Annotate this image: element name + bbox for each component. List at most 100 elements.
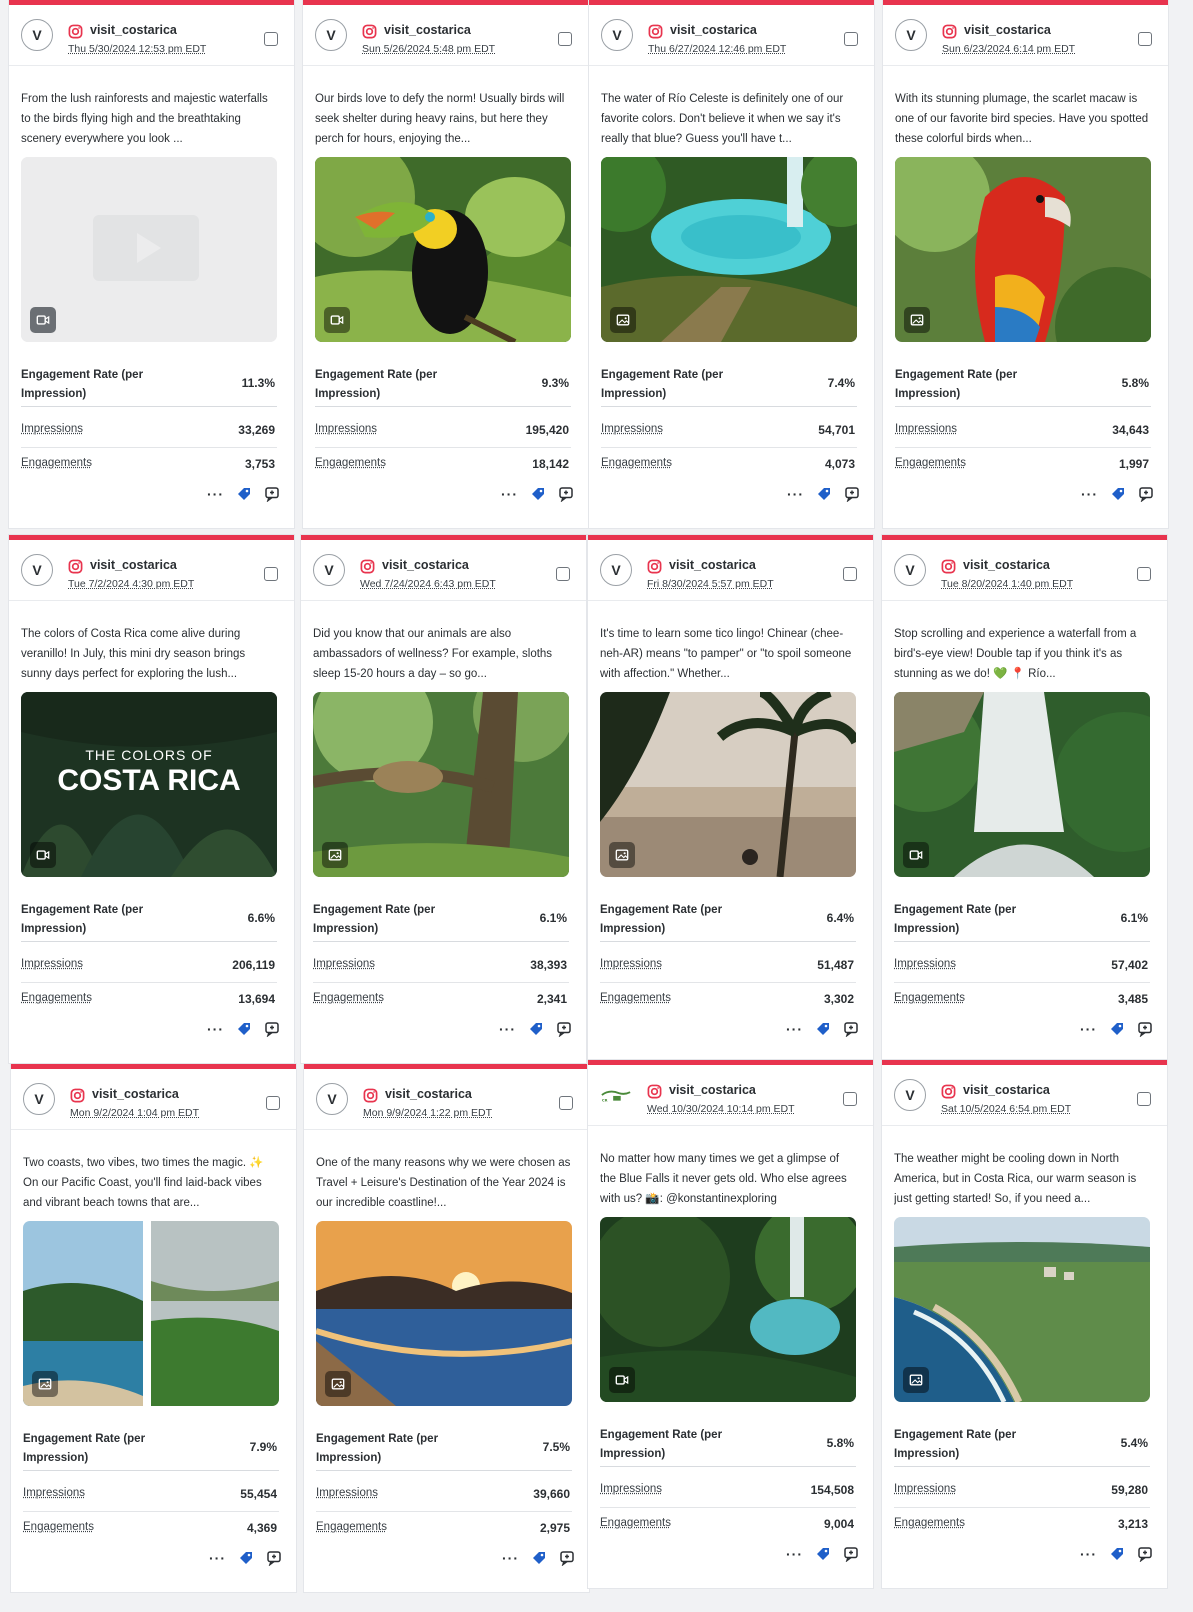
post-card[interactable]: V visit_costarica Wed 7/24/2024 6:43 pm … <box>301 535 586 1063</box>
post-card[interactable]: CR visit_costarica Wed 10/30/2024 10:14 … <box>588 1060 873 1588</box>
post-media[interactable]: THE COLORS OF COSTA RICA <box>21 692 277 877</box>
post-date-link[interactable]: Thu 6/27/2024 12:46 pm EDT <box>648 43 786 55</box>
engagements-label[interactable]: Engagements <box>315 457 386 469</box>
post-media[interactable] <box>894 1217 1150 1402</box>
impressions-label[interactable]: Impressions <box>894 1483 956 1495</box>
tag-icon[interactable] <box>236 1021 252 1037</box>
reply-icon[interactable] <box>1137 1021 1153 1037</box>
tag-icon[interactable] <box>531 1550 547 1566</box>
more-options-icon[interactable]: ··· <box>207 487 224 501</box>
impressions-label[interactable]: Impressions <box>601 423 663 435</box>
select-checkbox[interactable] <box>266 1096 280 1110</box>
select-checkbox[interactable] <box>559 1096 573 1110</box>
post-media[interactable] <box>601 157 857 342</box>
tag-icon[interactable] <box>1110 486 1126 502</box>
post-card[interactable]: V visit_costarica Mon 9/9/2024 1:22 pm E… <box>304 1064 589 1592</box>
engagements-label[interactable]: Engagements <box>894 1517 965 1529</box>
post-card[interactable]: V visit_costarica Tue 7/2/2024 4:30 pm E… <box>9 535 294 1063</box>
tag-icon[interactable] <box>238 1550 254 1566</box>
more-options-icon[interactable]: ··· <box>207 1022 224 1036</box>
post-date-link[interactable]: Sun 5/26/2024 5:48 pm EDT <box>362 43 495 55</box>
engagements-label[interactable]: Engagements <box>313 992 384 1004</box>
reply-icon[interactable] <box>843 1021 859 1037</box>
engagements-label[interactable]: Engagements <box>316 1521 387 1533</box>
reply-icon[interactable] <box>264 1021 280 1037</box>
select-checkbox[interactable] <box>264 32 278 46</box>
post-media[interactable] <box>600 692 856 877</box>
reply-icon[interactable] <box>1137 1546 1153 1562</box>
impressions-label[interactable]: Impressions <box>600 958 662 970</box>
select-checkbox[interactable] <box>558 32 572 46</box>
reply-icon[interactable] <box>556 1021 572 1037</box>
select-checkbox[interactable] <box>556 567 570 581</box>
tag-icon[interactable] <box>1109 1021 1125 1037</box>
tag-icon[interactable] <box>236 486 252 502</box>
impressions-label[interactable]: Impressions <box>316 1487 378 1499</box>
impressions-label[interactable]: Impressions <box>21 423 83 435</box>
post-date-link[interactable]: Mon 9/9/2024 1:22 pm EDT <box>363 1107 492 1119</box>
post-date-link[interactable]: Sat 10/5/2024 6:54 pm EDT <box>941 1103 1071 1115</box>
more-options-icon[interactable]: ··· <box>786 1547 803 1561</box>
post-media[interactable] <box>600 1217 856 1402</box>
more-options-icon[interactable]: ··· <box>1081 487 1098 501</box>
post-card[interactable]: V visit_costarica Sat 10/5/2024 6:54 pm … <box>882 1060 1167 1588</box>
post-date-link[interactable]: Mon 9/2/2024 1:04 pm EDT <box>70 1107 199 1119</box>
post-media[interactable] <box>313 692 569 877</box>
impressions-label[interactable]: Impressions <box>895 423 957 435</box>
post-card[interactable]: V visit_costarica Fri 8/30/2024 5:57 pm … <box>588 535 873 1063</box>
select-checkbox[interactable] <box>843 567 857 581</box>
select-checkbox[interactable] <box>844 32 858 46</box>
reply-icon[interactable] <box>266 1550 282 1566</box>
tag-icon[interactable] <box>1109 1546 1125 1562</box>
tag-icon[interactable] <box>530 486 546 502</box>
more-options-icon[interactable]: ··· <box>209 1551 226 1565</box>
select-checkbox[interactable] <box>1138 32 1152 46</box>
post-date-link[interactable]: Wed 7/24/2024 6:43 pm EDT <box>360 578 496 590</box>
post-media[interactable] <box>23 1221 279 1406</box>
post-card[interactable]: V visit_costarica Thu 6/27/2024 12:46 pm… <box>589 0 874 528</box>
more-options-icon[interactable]: ··· <box>1080 1547 1097 1561</box>
post-card[interactable]: V visit_costarica Tue 8/20/2024 1:40 pm … <box>882 535 1167 1063</box>
reply-icon[interactable] <box>844 486 860 502</box>
engagements-label[interactable]: Engagements <box>23 1521 94 1533</box>
post-date-link[interactable]: Sun 6/23/2024 6:14 pm EDT <box>942 43 1075 55</box>
engagements-label[interactable]: Engagements <box>21 992 92 1004</box>
impressions-label[interactable]: Impressions <box>21 958 83 970</box>
tag-icon[interactable] <box>816 486 832 502</box>
post-card[interactable]: V visit_costarica Mon 9/2/2024 1:04 pm E… <box>11 1064 296 1592</box>
reply-icon[interactable] <box>559 1550 575 1566</box>
tag-icon[interactable] <box>815 1546 831 1562</box>
reply-icon[interactable] <box>558 486 574 502</box>
post-media[interactable] <box>315 157 571 342</box>
post-card[interactable]: V visit_costarica Sun 6/23/2024 6:14 pm … <box>883 0 1168 528</box>
engagements-label[interactable]: Engagements <box>601 457 672 469</box>
post-date-link[interactable]: Tue 8/20/2024 1:40 pm EDT <box>941 578 1073 590</box>
more-options-icon[interactable]: ··· <box>499 1022 516 1036</box>
select-checkbox[interactable] <box>264 567 278 581</box>
more-options-icon[interactable]: ··· <box>501 487 518 501</box>
engagements-label[interactable]: Engagements <box>895 457 966 469</box>
post-card[interactable]: V visit_costarica Sun 5/26/2024 5:48 pm … <box>303 0 588 528</box>
post-media[interactable] <box>316 1221 572 1406</box>
select-checkbox[interactable] <box>843 1092 857 1106</box>
impressions-label[interactable]: Impressions <box>315 423 377 435</box>
impressions-label[interactable]: Impressions <box>600 1483 662 1495</box>
engagements-label[interactable]: Engagements <box>894 992 965 1004</box>
more-options-icon[interactable]: ··· <box>1080 1022 1097 1036</box>
impressions-label[interactable]: Impressions <box>313 958 375 970</box>
reply-icon[interactable] <box>843 1546 859 1562</box>
post-date-link[interactable]: Tue 7/2/2024 4:30 pm EDT <box>68 578 194 590</box>
engagements-label[interactable]: Engagements <box>600 1517 671 1529</box>
engagements-label[interactable]: Engagements <box>600 992 671 1004</box>
impressions-label[interactable]: Impressions <box>894 958 956 970</box>
post-media[interactable] <box>21 157 277 342</box>
post-media[interactable] <box>895 157 1151 342</box>
more-options-icon[interactable]: ··· <box>502 1551 519 1565</box>
tag-icon[interactable] <box>815 1021 831 1037</box>
impressions-label[interactable]: Impressions <box>23 1487 85 1499</box>
reply-icon[interactable] <box>1138 486 1154 502</box>
more-options-icon[interactable]: ··· <box>787 487 804 501</box>
engagements-label[interactable]: Engagements <box>21 457 92 469</box>
post-date-link[interactable]: Wed 10/30/2024 10:14 pm EDT <box>647 1103 794 1115</box>
post-card[interactable]: V visit_costarica Thu 5/30/2024 12:53 pm… <box>9 0 294 528</box>
